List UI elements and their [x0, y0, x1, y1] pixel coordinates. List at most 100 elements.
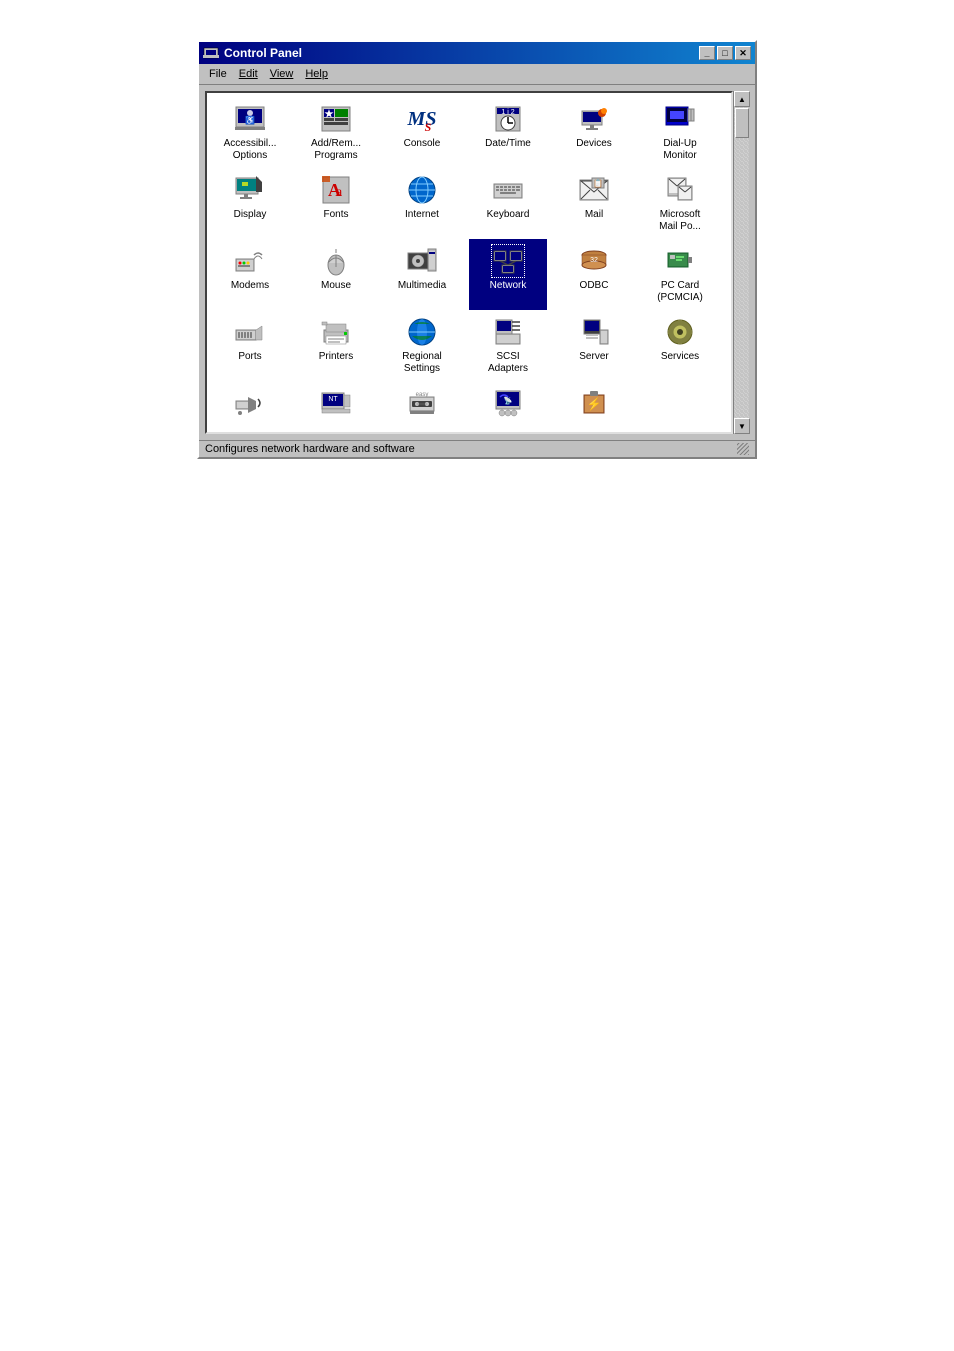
- menu-bar: File Edit View Help: [199, 64, 755, 85]
- svg-text:NT: NT: [328, 396, 338, 403]
- regional-icon: [406, 316, 438, 348]
- svg-text:easy: easy: [416, 392, 429, 398]
- ports-icon: [234, 316, 266, 348]
- title-text: Control Panel: [224, 46, 302, 60]
- scroll-up-button[interactable]: ▲: [734, 91, 750, 107]
- status-text: Configures network hardware and software: [205, 443, 415, 455]
- svg-text:📡: 📡: [504, 396, 513, 405]
- svg-text:⚡: ⚡: [587, 397, 602, 411]
- add-remove-icon: ★: [320, 103, 352, 135]
- modems-label: Modems: [231, 280, 269, 292]
- server-icon: [578, 316, 610, 348]
- services-label: Services: [661, 351, 699, 363]
- icon-datetime[interactable]: 1 i 2 Date/Time: [469, 97, 547, 168]
- icon-scsi[interactable]: SCSIAdapters: [469, 310, 547, 381]
- icon-regional[interactable]: RegionalSettings: [383, 310, 461, 381]
- icon-fonts[interactable]: A a Fonts: [297, 168, 375, 239]
- minimize-button[interactable]: _: [699, 46, 715, 60]
- dialup-icon: [664, 103, 696, 135]
- icon-internet[interactable]: Internet: [383, 168, 461, 239]
- keyboard-label: Keyboard: [487, 209, 530, 221]
- icon-ms-mail[interactable]: MicrosoftMail Po...: [641, 168, 719, 239]
- devices-label: Devices: [576, 138, 612, 150]
- fonts-icon: A a: [320, 174, 352, 206]
- svg-text:📋: 📋: [593, 178, 603, 188]
- datetime-label: Date/Time: [485, 138, 531, 150]
- regional-label: RegionalSettings: [402, 351, 441, 375]
- icon-console[interactable]: MS S Console: [383, 97, 461, 168]
- menu-file[interactable]: File: [203, 66, 233, 82]
- odbc-icon: 32: [578, 245, 610, 277]
- mouse-icon: [320, 245, 352, 277]
- resize-grip[interactable]: [737, 443, 749, 455]
- icon-dialup[interactable]: Dial-UpMonitor: [641, 97, 719, 168]
- printers-label: Printers: [319, 351, 353, 363]
- console-icon: MS S: [406, 103, 438, 135]
- icon-telephony[interactable]: 📡: [469, 381, 547, 428]
- sounds-icon: [234, 387, 266, 419]
- devices-icon: [578, 103, 610, 135]
- ports-label: Ports: [238, 351, 261, 363]
- icon-ports[interactable]: Ports: [211, 310, 289, 381]
- network-label: Network: [488, 280, 529, 292]
- icon-network[interactable]: Network: [469, 239, 547, 310]
- icon-printers[interactable]: Printers: [297, 310, 375, 381]
- mail-icon: 📋: [578, 174, 610, 206]
- add-remove-label: Add/Rem...Programs: [311, 138, 361, 162]
- icon-mail[interactable]: 📋 Mail: [555, 168, 633, 239]
- svg-text:S: S: [425, 120, 432, 134]
- ups-icon: ⚡: [578, 387, 610, 419]
- icon-odbc[interactable]: 32 ODBC: [555, 239, 633, 310]
- icon-sounds[interactable]: [211, 381, 289, 428]
- multimedia-icon: [406, 245, 438, 277]
- control-panel-window: Control Panel _ □ ✕ File Edit View Help: [197, 40, 757, 459]
- menu-help[interactable]: Help: [299, 66, 334, 82]
- icons-grid: ♿ Accessibil...Options ★: [205, 91, 733, 434]
- icon-devices[interactable]: Devices: [555, 97, 633, 168]
- icon-services[interactable]: Services: [641, 310, 719, 381]
- keyboard-icon: [492, 174, 524, 206]
- svg-text:32: 32: [590, 257, 598, 264]
- svg-text:MS: MS: [407, 108, 437, 130]
- title-bar-left: Control Panel: [203, 45, 302, 61]
- close-button[interactable]: ✕: [735, 46, 751, 60]
- icon-system[interactable]: NT: [297, 381, 375, 428]
- icon-accessibility[interactable]: ♿ Accessibil...Options: [211, 97, 289, 168]
- scroll-track[interactable]: [734, 107, 749, 418]
- icon-display[interactable]: Display: [211, 168, 289, 239]
- icon-pccard[interactable]: PC Card(PCMCIA): [641, 239, 719, 310]
- icon-keyboard[interactable]: Keyboard: [469, 168, 547, 239]
- svg-text:♿: ♿: [245, 115, 255, 125]
- icon-add-remove[interactable]: ★ Add/Rem...Programs: [297, 97, 375, 168]
- icon-server[interactable]: Server: [555, 310, 633, 381]
- icon-mouse[interactable]: Mouse: [297, 239, 375, 310]
- icon-tape[interactable]: easy: [383, 381, 461, 428]
- title-icon: [203, 45, 219, 61]
- svg-text:a: a: [336, 185, 343, 200]
- icon-multimedia[interactable]: Multimedia: [383, 239, 461, 310]
- icon-modems[interactable]: Modems: [211, 239, 289, 310]
- menu-view[interactable]: View: [264, 66, 300, 82]
- icon-ups[interactable]: ⚡: [555, 381, 633, 428]
- dialup-label: Dial-UpMonitor: [663, 138, 696, 162]
- display-label: Display: [234, 209, 267, 221]
- scsi-icon: [492, 316, 524, 348]
- svg-text:1 i 2: 1 i 2: [501, 109, 514, 116]
- scroll-thumb[interactable]: [735, 108, 749, 138]
- accessibility-icon: ♿: [234, 103, 266, 135]
- menu-edit[interactable]: Edit: [233, 66, 264, 82]
- pccard-icon: [664, 245, 696, 277]
- console-label: Console: [404, 138, 441, 150]
- title-bar: Control Panel _ □ ✕: [199, 42, 755, 64]
- datetime-icon: 1 i 2: [492, 103, 524, 135]
- maximize-button[interactable]: □: [717, 46, 733, 60]
- internet-icon: [406, 174, 438, 206]
- mouse-label: Mouse: [321, 280, 351, 292]
- accessibility-label: Accessibil...Options: [224, 138, 277, 162]
- network-icon: [492, 245, 524, 277]
- services-icon: [664, 316, 696, 348]
- title-buttons: _ □ ✕: [699, 46, 751, 60]
- content-area: ♿ Accessibil...Options ★: [199, 85, 755, 440]
- scroll-down-button[interactable]: ▼: [734, 418, 750, 434]
- scsi-label: SCSIAdapters: [488, 351, 528, 375]
